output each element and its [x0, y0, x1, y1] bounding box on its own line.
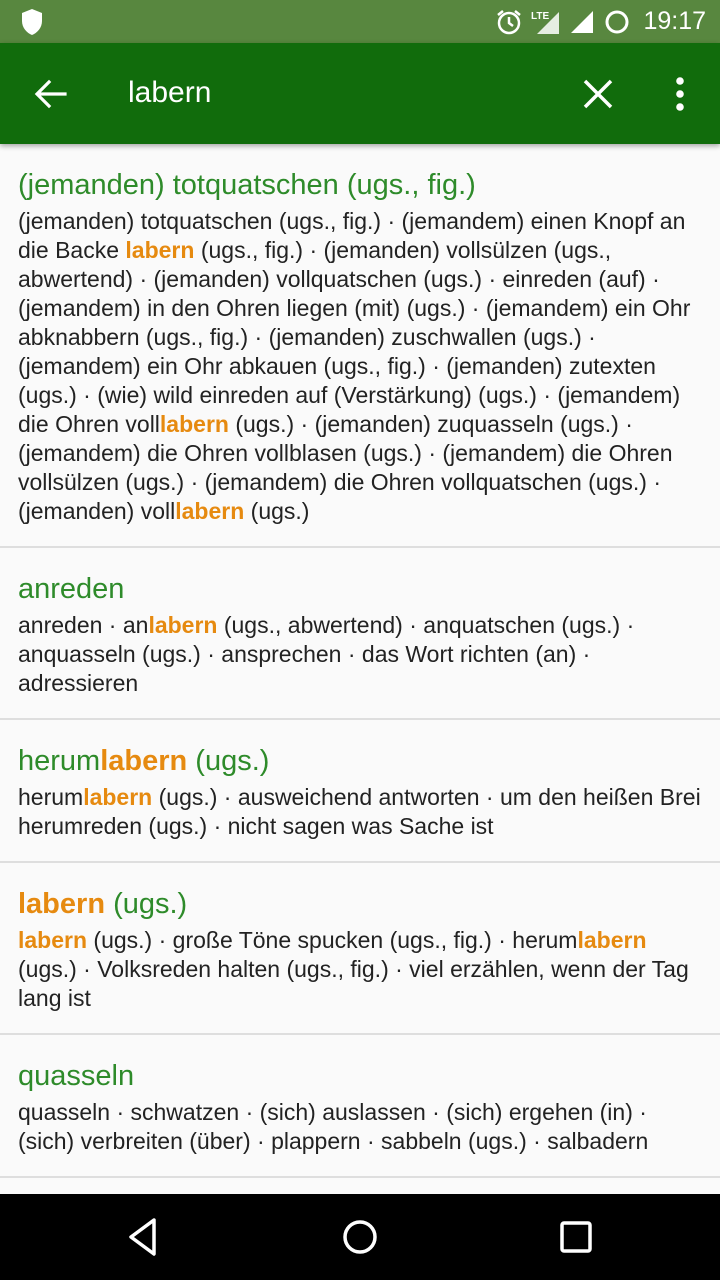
- back-arrow-icon[interactable]: [32, 75, 70, 113]
- svg-text:LTE: LTE: [531, 11, 549, 22]
- list-item[interactable]: anreden anreden · anlabern (ugs., abwert…: [0, 548, 720, 720]
- search-input[interactable]: [128, 69, 548, 117]
- entry-title: (jemanden) totquatschen (ugs., fig.): [18, 169, 476, 201]
- match-highlight: labern: [18, 927, 88, 953]
- entry-title: labern (ugs.): [18, 888, 188, 920]
- list-item[interactable]: herumlabern (ugs.) herumlabern (ugs.) · …: [0, 720, 720, 863]
- entry-title: quasseln: [18, 1060, 135, 1092]
- shield-icon: [22, 9, 42, 35]
- sync-icon: [605, 10, 629, 33]
- entry-title: anreden: [18, 573, 125, 605]
- home-circle-icon[interactable]: [337, 1214, 383, 1260]
- alarm-icon: [497, 9, 522, 34]
- app-bar: [0, 43, 720, 144]
- entry-synonyms: quasseln · schwatzen · (sich) auslassen …: [18, 1099, 649, 1154]
- match-highlight: labern: [175, 498, 245, 524]
- match-highlight: labern: [83, 784, 153, 810]
- match-highlight: labern: [125, 237, 195, 263]
- back-triangle-icon[interactable]: [121, 1214, 167, 1260]
- recents-square-icon[interactable]: [553, 1214, 599, 1260]
- entry-synonyms: labern (ugs.) · große Töne spucken (ugs.…: [18, 927, 689, 1011]
- entry-synonyms: anreden · anlabern (ugs., abwertend) · a…: [18, 612, 635, 696]
- list-item[interactable]: labern (ugs.) labern (ugs.) · große Töne…: [0, 863, 720, 1035]
- match-highlight: labern: [577, 927, 647, 953]
- signal-icon: [571, 10, 594, 33]
- entry-synonyms: (jemanden) totquatschen (ugs., fig.) · (…: [18, 208, 691, 524]
- entry-synonyms: herumlabern (ugs.) · ausweichend antwort…: [18, 784, 701, 839]
- list-item[interactable]: (jemanden) totquatschen (ugs., fig.) (je…: [0, 144, 720, 548]
- lte-icon: LTE: [531, 11, 560, 34]
- match-highlight: labern: [148, 612, 218, 638]
- list-item[interactable]: quasseln quasseln · schwatzen · (sich) a…: [0, 1035, 720, 1178]
- status-bar: LTE 19:17: [0, 0, 720, 43]
- status-icons: LTE 19:17: [495, 0, 706, 43]
- more-vert-icon[interactable]: [664, 73, 696, 115]
- entry-title: herumlabern (ugs.): [18, 745, 270, 777]
- match-highlight: labern: [100, 745, 188, 777]
- match-highlight: labern: [18, 888, 106, 920]
- close-icon[interactable]: [580, 76, 616, 112]
- results-list: (jemanden) totquatschen (ugs., fig.) (je…: [0, 144, 720, 1194]
- status-time: 19:17: [643, 7, 706, 35]
- match-highlight: labern: [159, 411, 229, 437]
- navigation-bar: [0, 1194, 720, 1280]
